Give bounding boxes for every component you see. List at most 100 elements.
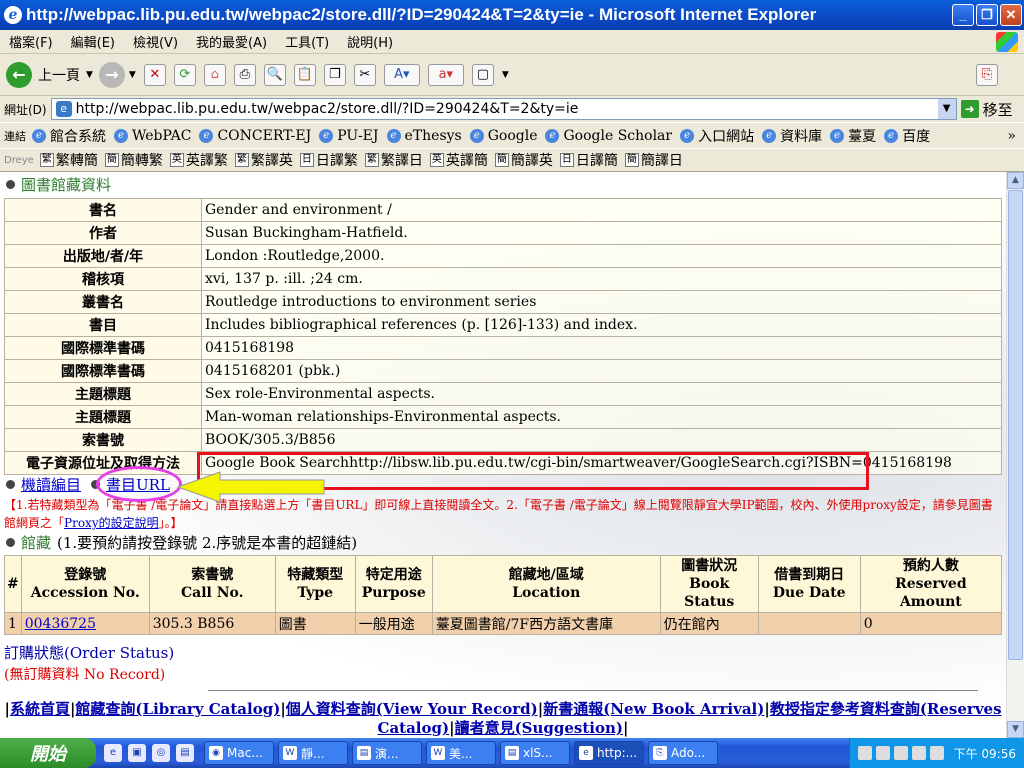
go-arrow-icon: ➜ [960,100,979,118]
dreye-label-text: 繁轉簡 [55,153,98,169]
start-button[interactable]: 開始 [0,738,96,768]
preview-icon[interactable]: 🔍 [263,63,286,86]
menu-view[interactable]: 檢視(V) [124,32,187,51]
address-dropdown-icon[interactable]: ▼ [937,99,956,119]
pdf-icon[interactable]: ⎘ [976,63,998,86]
table-row: 稽核項 xvi, 137 p. :ill. ;24 cm. [4,267,1002,291]
back-button[interactable]: ← 上一頁 ▼ [6,61,93,88]
link-item[interactable]: e 館合系統 [32,126,106,146]
forward-button[interactable]: → ▼ [98,61,136,88]
print-icon[interactable]: ⎙ [233,63,256,86]
stop-icon[interactable]: ✕ [143,63,166,86]
ie-page-icon: e [199,128,214,143]
footer-link-catalog[interactable]: 館藏查詢(Library Catalog) [75,700,280,718]
accession-link[interactable]: 00436725 [25,616,96,632]
minimize-button[interactable]: _ [952,4,974,26]
address-input[interactable]: e http://webpac.lib.pu.edu.tw/webpac2/st… [50,98,957,120]
field-value: BOOK/305.3/B856 [201,428,1002,452]
refresh-icon[interactable]: ⟳ [173,63,196,86]
taskbar-item[interactable]: ◉ Mac... [204,741,274,765]
dreye-badge-icon: 英 [429,153,444,167]
taskbar-item[interactable]: W 靜... [278,741,348,765]
link-item[interactable]: e 薹夏 [830,126,876,146]
menu-edit[interactable]: 編輯(E) [62,32,124,51]
taskbar-item[interactable]: ⎘ Ado... [648,741,718,765]
clock[interactable]: 下午 09:56 [954,745,1016,762]
tray-icon[interactable] [857,746,872,760]
location-cell: 薹夏圖書館/7F西方語文書庫 [431,612,661,635]
font-size-icon[interactable]: A▾ [383,63,420,86]
taskbar-item[interactable]: ▤ 演... [352,741,422,765]
vertical-scrollbar[interactable]: ▲ ▼ [1006,172,1024,738]
scroll-thumb[interactable] [1008,190,1023,660]
link-item[interactable]: e eThesys [386,128,462,144]
paste-icon[interactable]: 📋 [293,63,316,86]
proxy-settings-link[interactable]: Proxy的設定說明 [64,516,159,530]
copy-icon[interactable]: ❐ [323,63,346,86]
folder-icon[interactable]: ▤ [176,744,194,762]
footer-link-home[interactable]: 系統首頁 [10,700,70,718]
compatibility-icon[interactable]: ▢ [471,63,494,86]
footer-link-new-books[interactable]: 新書通報(New Book Arrival) [543,700,764,718]
dreye-item[interactable]: 簡簡轉繁 [104,150,163,170]
links-more-icon[interactable]: » [1007,128,1016,144]
go-button[interactable]: ➜ 移至 [960,99,1013,120]
marc-link[interactable]: 機讀編目 [21,474,81,495]
ie-quicklaunch-icon[interactable]: e [104,744,122,762]
address-url[interactable]: http://webpac.lib.pu.edu.tw/webpac2/stor… [76,101,938,117]
scroll-down-icon[interactable]: ▼ [1007,721,1024,738]
dreye-item[interactable]: 英英譯繁 [169,150,228,170]
link-item[interactable]: e PU-EJ [319,128,379,144]
dreye-item[interactable]: 日日譯簡 [559,150,618,170]
ie-page-icon: e [319,128,334,143]
maximize-button[interactable]: ❐ [976,4,998,26]
link-item[interactable]: e 資料庫 [762,126,822,146]
ie-page-icon: e [884,128,899,143]
menu-help[interactable]: 說明(H) [338,32,402,51]
menu-file[interactable]: 檔案(F) [0,32,62,51]
dreye-badge-icon: 繁 [39,153,54,167]
home-icon[interactable]: ⌂ [203,63,226,86]
forward-dropdown-icon[interactable]: ▼ [129,70,136,80]
translate-icon[interactable]: a▾ [427,63,464,86]
dreye-item[interactable]: 繁繁譯日 [364,150,423,170]
scroll-up-icon[interactable]: ▲ [1007,172,1024,189]
dreye-badge-icon: 英 [169,153,184,167]
section-header: 圖書館藏資料 [0,172,1006,196]
media-icon[interactable]: ◎ [152,744,170,762]
tray-icon[interactable] [911,746,926,760]
menu-favorites[interactable]: 我的最愛(A) [187,32,276,51]
app-icon: W [431,746,445,760]
tray-icon[interactable] [893,746,908,760]
dreye-item[interactable]: 繁繁轉簡 [39,150,98,170]
footer-link-suggestion[interactable]: 讀者意見(Suggestion) [455,719,623,737]
dreye-item[interactable]: 簡簡譯日 [624,150,683,170]
dreye-label-text: 簡轉繁 [120,153,163,169]
cut-icon[interactable]: ✂ [353,63,376,86]
link-item[interactable]: e 入口網站 [680,126,754,146]
link-item[interactable]: e Google [469,128,537,144]
dreye-item[interactable]: 英英譯簡 [429,150,488,170]
back-dropdown-icon[interactable]: ▼ [86,70,93,80]
ie-icon: e [579,746,593,760]
tray-icon[interactable] [875,746,890,760]
toolbar-more-icon[interactable]: ▼ [502,70,509,80]
link-item[interactable]: e WebPAC [114,128,191,144]
dreye-item[interactable]: 日日譯繁 [299,150,358,170]
link-item[interactable]: e 百度 [884,126,930,146]
dreye-item[interactable]: 簡簡譯英 [494,150,553,170]
link-item[interactable]: e CONCERT-EJ [199,128,311,144]
ie-page-icon: e [32,128,46,143]
menu-tools[interactable]: 工具(T) [276,32,338,51]
desktop-icon[interactable]: ▣ [128,744,146,762]
footer-link-record[interactable]: 個人資料查詢(View Your Record) [286,700,538,718]
dreye-badge-icon: 簡 [624,153,639,167]
taskbar-item[interactable]: W 美... [426,741,496,765]
taskbar-item[interactable]: ▤ xlS... [500,741,570,765]
close-button[interactable]: ✕ [1000,4,1022,26]
bibliographic-table: 書名 Gender and environment / 作者 Susan Bucki… [4,198,1002,475]
tray-icon[interactable] [929,746,944,760]
taskbar-item-active[interactable]: e http:... [574,741,644,765]
dreye-item[interactable]: 繁繁譯英 [234,150,293,170]
link-item[interactable]: e Google Scholar [545,128,672,144]
